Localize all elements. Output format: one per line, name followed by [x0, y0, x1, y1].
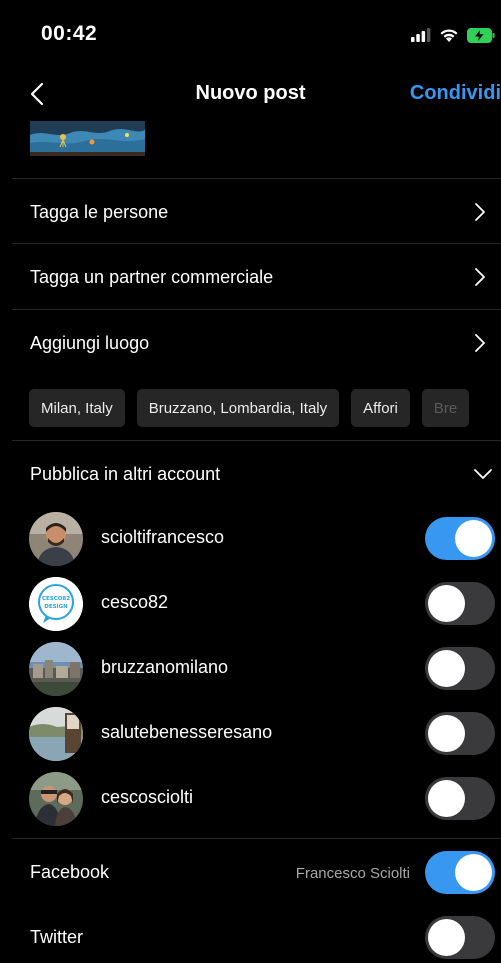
account-toggle[interactable] [425, 517, 495, 560]
divider [12, 243, 501, 244]
avatar [29, 512, 83, 566]
svg-text:CESCO82: CESCO82 [42, 596, 70, 602]
account-toggle[interactable] [425, 582, 495, 625]
chevron-down-icon [474, 469, 492, 479]
divider [12, 440, 501, 441]
add-location-label: Aggiungi luogo [30, 332, 150, 353]
chevron-right-icon [475, 203, 485, 221]
twitter-label: Twitter [30, 927, 84, 947]
status-bar: 00:42 [0, 0, 501, 70]
status-time: 00:42 [41, 22, 98, 45]
twitter-toggle[interactable] [425, 916, 495, 959]
svg-text:DESIGN: DESIGN [44, 604, 68, 610]
facebook-account-name: Francesco Sciolti [295, 865, 410, 882]
toggle-knob [428, 919, 465, 956]
add-location-row[interactable]: Aggiungi luogo [0, 311, 501, 375]
tag-people-row[interactable]: Tagga le persone [0, 180, 501, 244]
location-chip[interactable]: Bruzzano, Lombardia, Italy [136, 389, 340, 427]
other-accounts-header[interactable]: Pubblica in altri account [0, 442, 501, 506]
toggle-knob [428, 780, 465, 817]
location-suggestions: Milan, Italy Bruzzano, Lombardia, Italy … [29, 389, 501, 427]
other-accounts-title: Pubblica in altri account [30, 463, 221, 484]
toggle-knob [455, 520, 492, 557]
account-row: CESCO82 DESIGN cesco82 [0, 572, 501, 636]
toggle-knob [428, 650, 465, 687]
battery-charging-icon [467, 27, 495, 43]
divider [12, 838, 501, 839]
location-chip[interactable]: Bre [421, 389, 470, 427]
avatar [29, 707, 83, 761]
account-username: bruzzanomilano [101, 657, 229, 677]
toggle-knob [428, 585, 465, 622]
avatar: CESCO82 DESIGN [29, 577, 83, 631]
chevron-right-icon [475, 268, 485, 286]
avatar [29, 772, 83, 826]
account-username: salutebenesseresano [101, 722, 273, 742]
status-icons [411, 26, 495, 44]
nav-bar: Nuovo post Condividi [0, 70, 501, 120]
toggle-knob [428, 715, 465, 752]
twitter-row: Twitter [0, 905, 501, 963]
location-chip[interactable]: Milan, Italy [29, 389, 125, 427]
account-toggle[interactable] [425, 647, 495, 690]
account-row: bruzzanomilano [0, 637, 501, 701]
account-username: scioltifrancesco [101, 527, 225, 547]
divider [12, 309, 501, 310]
signal-icon [411, 28, 431, 42]
account-username: cescosciolti [101, 787, 194, 807]
account-toggle[interactable] [425, 712, 495, 755]
account-row: cescosciolti [0, 767, 501, 831]
post-thumbnail[interactable] [30, 121, 145, 156]
toggle-knob [455, 854, 492, 891]
account-row: salutebenesseresano [0, 702, 501, 766]
account-row: scioltifrancesco [0, 507, 501, 571]
facebook-toggle[interactable] [425, 851, 495, 894]
account-toggle[interactable] [425, 777, 495, 820]
wifi-icon [440, 28, 458, 42]
chevron-right-icon [475, 334, 485, 352]
location-chip[interactable]: Affori [351, 389, 410, 427]
facebook-label: Facebook [30, 862, 110, 882]
tag-people-label: Tagga le persone [30, 201, 169, 222]
tag-business-partner-label: Tagga un partner commerciale [30, 266, 274, 287]
tag-business-partner-row[interactable]: Tagga un partner commerciale [0, 245, 501, 309]
share-button[interactable]: Condividi [410, 82, 501, 105]
facebook-row: Facebook Francesco Sciolti [0, 840, 501, 904]
account-username: cesco82 [101, 592, 169, 612]
divider [12, 178, 501, 179]
avatar [29, 642, 83, 696]
